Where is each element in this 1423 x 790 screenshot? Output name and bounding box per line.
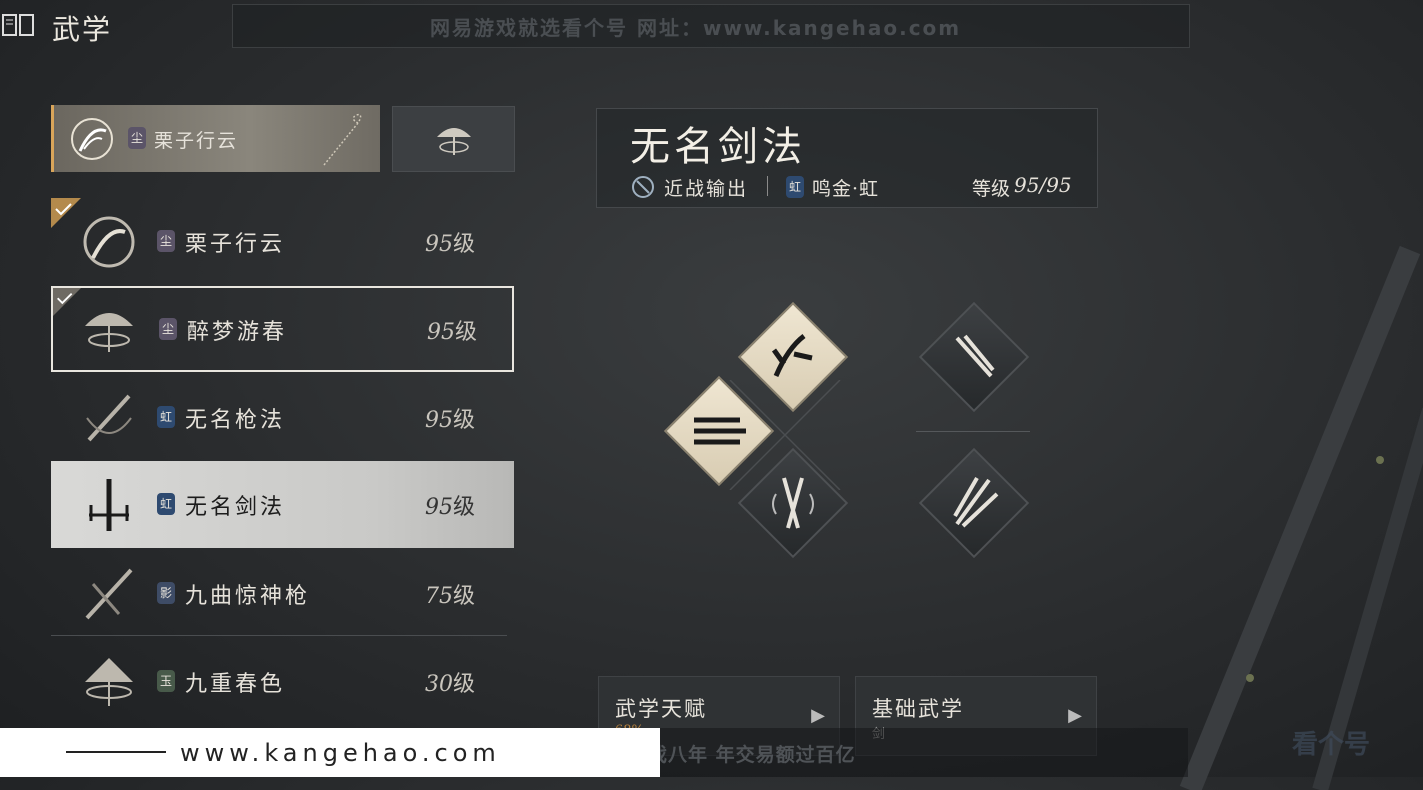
style-level: 95级 (427, 320, 478, 345)
style-name: 无名枪法 (185, 408, 286, 433)
checkmark-icon (53, 288, 81, 316)
style-badge: 虹 (157, 406, 175, 428)
skill-slot[interactable] (918, 301, 1030, 413)
list-item[interactable]: 虹 无名枪法 95级 (51, 374, 514, 460)
sword-decoration (1179, 245, 1423, 790)
style-name: 九重春色 (185, 672, 286, 697)
style-name: 栗子行云 (185, 232, 286, 257)
triple-slash-icon (694, 417, 746, 445)
chevron-right-icon: ▶ (1068, 705, 1082, 726)
swirl-fan-icon (71, 118, 113, 160)
list-item[interactable]: 尘 栗子行云 95级 (51, 198, 514, 284)
umbrella-icon (85, 313, 133, 352)
umbrella-icon (85, 658, 133, 706)
watermark-url: www.kangehao.com (180, 739, 501, 767)
swirl-fan-icon (83, 216, 135, 268)
current-style-name: 栗子行云 (154, 130, 239, 152)
style-level: 95级 (425, 232, 476, 257)
leaping-figure-icon (771, 334, 813, 377)
burst-slash-icon (953, 476, 999, 528)
style-level: 75级 (425, 584, 476, 609)
list-divider (51, 635, 507, 636)
melee-icon (632, 176, 654, 198)
watermark-logo: 看个号 (1292, 730, 1371, 760)
style-level: 95级 (425, 495, 476, 520)
style-badge: 尘 (157, 230, 175, 252)
weapon-string-icon (323, 113, 362, 166)
spear-icon (85, 568, 133, 620)
list-item-active[interactable]: 虹 无名剑法 95级 (51, 461, 514, 548)
page-title: 武学 (52, 13, 113, 46)
umbrella-icon (437, 128, 471, 155)
style-badge: 玉 (157, 670, 175, 692)
style-level: 95级 (425, 408, 476, 433)
style-badge: 尘 (159, 318, 177, 340)
skill-slot[interactable] (663, 375, 775, 487)
style-name: 醉梦游春 (187, 320, 288, 345)
blade-thrust-icon (955, 334, 995, 378)
watermark-text: 网易游戏就选看个号 网址：www.kangehao.com (430, 16, 962, 40)
skill-slot[interactable] (737, 301, 849, 413)
style-badge: 影 (157, 582, 175, 604)
skill-divider (916, 431, 1030, 432)
list-item[interactable]: 影 九曲惊神枪 75级 (51, 550, 514, 636)
sword-icon (89, 479, 129, 531)
basic-skill-label: 基础武学 (872, 697, 964, 721)
list-item-selected[interactable]: 尘 醉梦游春 95级 (51, 286, 514, 372)
style-name: 九曲惊神枪 (185, 584, 311, 609)
spear-icon (86, 394, 132, 442)
level-value: 95/95 (1014, 173, 1072, 197)
style-level: 30级 (425, 672, 476, 697)
talent-label: 武学天赋 (615, 697, 707, 721)
alternate-style-slot[interactable] (392, 106, 515, 172)
book-icon (2, 14, 34, 36)
chevron-right-icon: ▶ (811, 705, 825, 726)
style-badge: 虹 (157, 493, 175, 515)
style-badge: 虹 (786, 176, 804, 198)
watermark-line (66, 751, 166, 753)
style-title: 无名剑法 (630, 124, 806, 170)
style-badge: 尘 (128, 127, 146, 149)
style-name: 无名剑法 (185, 495, 286, 520)
list-item[interactable]: 玉 九重春色 30级 (51, 638, 514, 724)
category-label: 鸣金·虹 (812, 178, 880, 200)
level-label: 等级 (972, 178, 1011, 200)
skill-slot[interactable] (918, 447, 1030, 559)
current-style-slot[interactable]: 尘 栗子行云 (51, 105, 380, 172)
separator (767, 176, 768, 196)
skill-slot[interactable] (737, 447, 849, 559)
checkmark-icon (51, 198, 81, 228)
cross-blade-icon (772, 477, 814, 529)
role-label: 近战输出 (664, 178, 749, 200)
